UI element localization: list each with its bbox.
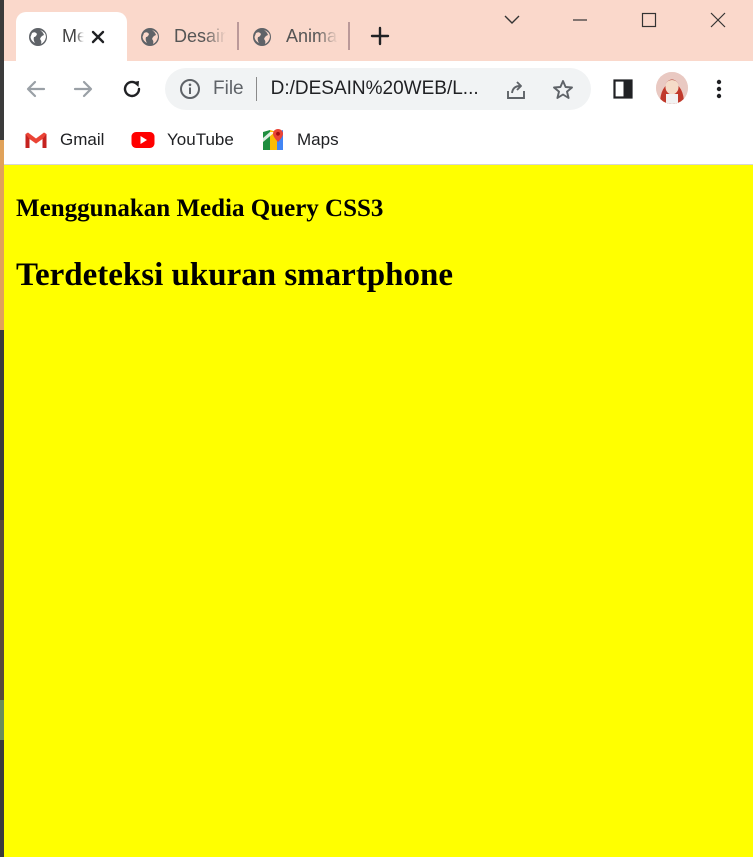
star-icon xyxy=(553,80,573,99)
tab-active[interactable]: Menggunakan Media Query CSS3 xyxy=(16,12,127,61)
bookmark-label: Gmail xyxy=(60,130,105,149)
chevron-down-icon xyxy=(504,15,520,24)
reload-icon xyxy=(123,80,141,98)
bookmark-star-button[interactable] xyxy=(550,77,576,103)
share-button[interactable] xyxy=(503,77,529,103)
menu-button[interactable] xyxy=(703,73,735,105)
plus-icon xyxy=(370,26,390,46)
toolbar: File D:/DESAIN%20WEB/L... xyxy=(4,61,753,116)
youtube-icon xyxy=(131,132,155,148)
address-bar[interactable]: File D:/DESAIN%20WEB/L... xyxy=(165,68,591,110)
minimize-button[interactable] xyxy=(564,6,596,34)
url-text[interactable]: D:/DESAIN%20WEB/L... xyxy=(271,78,479,100)
close-tab-icon[interactable] xyxy=(90,29,106,45)
maximize-button[interactable] xyxy=(633,6,665,34)
side-panel-icon xyxy=(613,79,633,99)
share-icon xyxy=(507,81,525,99)
globe-icon xyxy=(141,27,159,46)
bookmark-gmail[interactable]: Gmail xyxy=(24,125,104,155)
reload-button[interactable] xyxy=(116,73,148,105)
arrow-right-icon xyxy=(73,80,93,98)
info-icon[interactable] xyxy=(179,78,201,100)
tab-label: Desain xyxy=(174,26,226,46)
close-icon xyxy=(710,12,726,28)
minimize-icon xyxy=(573,19,587,21)
close-window-button[interactable] xyxy=(702,6,734,34)
page-heading: Terdeteksi ukuran smartphone xyxy=(16,257,454,293)
forward-button[interactable] xyxy=(67,73,99,105)
gmail-icon xyxy=(25,132,47,148)
globe-icon xyxy=(29,27,47,46)
omnibox-divider xyxy=(255,77,257,101)
avatar[interactable] xyxy=(656,72,688,104)
side-panel-button[interactable] xyxy=(607,73,639,105)
bookmark-youtube[interactable]: YouTube xyxy=(131,125,234,155)
tab-label: Animasi xyxy=(286,26,338,46)
new-tab-button[interactable] xyxy=(366,22,394,50)
bookmarks-bar: Gmail YouTube Maps xyxy=(4,116,753,165)
globe-icon xyxy=(253,27,271,46)
tab-search-button[interactable] xyxy=(496,6,528,34)
tab-strip: Menggunakan Media Query CSS3 Desain Anim… xyxy=(4,0,753,61)
kebab-menu-icon xyxy=(716,79,722,99)
back-button[interactable] xyxy=(20,73,52,105)
browser-window: Menggunakan Media Query CSS3 Desain Anim… xyxy=(4,0,753,857)
bookmark-label: YouTube xyxy=(167,130,234,149)
maximize-icon xyxy=(641,12,657,28)
arrow-left-icon xyxy=(26,80,46,98)
tab-label: Menggunakan Media Query CSS3 xyxy=(62,26,84,46)
profile-avatar-icon xyxy=(656,72,688,104)
page-content: Menggunakan Media Query CSS3 Terdeteksi … xyxy=(4,165,753,857)
page-subheading: Menggunakan Media Query CSS3 xyxy=(16,195,384,222)
bookmark-label: Maps xyxy=(297,130,339,149)
maps-icon xyxy=(263,129,283,150)
tab-animasi[interactable]: Animasi xyxy=(240,12,350,61)
bookmark-maps[interactable]: Maps xyxy=(261,125,339,155)
tab-desain[interactable]: Desain xyxy=(128,12,238,61)
tab-separator xyxy=(237,22,239,50)
tab-separator xyxy=(348,22,350,50)
security-chip[interactable]: File xyxy=(213,78,244,100)
